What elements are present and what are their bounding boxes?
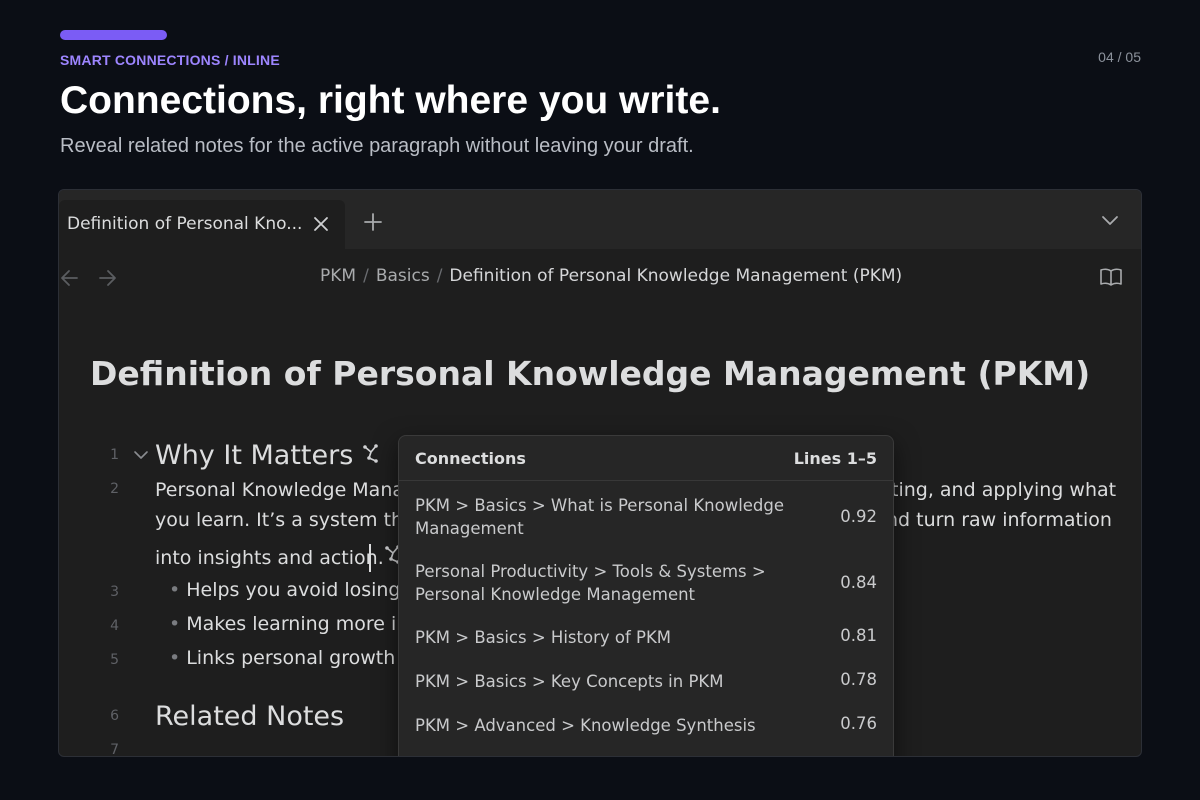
bullet-item: • Helps you avoid losing v — [169, 579, 418, 601]
connection-result[interactable]: Personal Productivity > Tools & Systems … — [399, 560, 893, 616]
tab-bar: Definition of Personal Kno... — [59, 190, 1141, 249]
result-path: PKM > Basics > Key Concepts in PKM — [415, 672, 724, 691]
result-score: 0.92 — [840, 507, 877, 526]
line-number: 7 — [110, 742, 119, 757]
breadcrumb-item-pkm[interactable]: PKM — [320, 266, 356, 286]
result-score: 0.78 — [840, 670, 877, 689]
popover-line-range: Lines 1–5 — [793, 449, 877, 468]
result-score: 0.84 — [840, 573, 877, 592]
connections-popover: Connections Lines 1–5 PKM > Basics > Wha… — [398, 435, 894, 756]
tab-active[interactable]: Definition of Personal Kno... — [59, 200, 345, 249]
book-open-icon[interactable] — [1099, 266, 1123, 288]
eyebrow-label: SMART CONNECTIONS / INLINE — [60, 52, 280, 68]
subheadline: Reveal related notes for the active para… — [60, 135, 694, 157]
breadcrumb-item-basics[interactable]: Basics — [376, 266, 430, 286]
chevron-down-icon[interactable] — [1099, 210, 1121, 230]
text-caret — [369, 544, 371, 572]
result-path: Personal Productivity > Tools & Systems … — [415, 562, 766, 604]
connection-result[interactable]: PKM > Basics > Key Concepts in PKM 0.78 — [399, 670, 893, 700]
connection-result[interactable]: PKM > Basics > What is Personal Knowledg… — [399, 494, 893, 550]
app-window: Definition of Personal Kno... PKM / Basics… — [58, 189, 1142, 757]
result-path: PKM > Basics > History of PKM — [415, 628, 672, 647]
result-path: PKM > Basics > What is Personal Knowledg… — [415, 496, 785, 538]
page-counter: 04 / 05 — [1098, 49, 1141, 65]
breadcrumb-item-current[interactable]: Definition of Personal Knowledge Managem… — [449, 266, 902, 286]
popover-header: Connections Lines 1–5 — [399, 436, 893, 481]
line-number: 1 — [110, 447, 119, 463]
tab-title: Definition of Personal Kno... — [67, 214, 303, 234]
close-icon[interactable] — [311, 214, 331, 234]
paragraph-line: into insights and action. — [155, 547, 384, 569]
line-number: 2 — [110, 481, 119, 497]
line-number: 5 — [110, 652, 119, 668]
result-score: 0.76 — [840, 714, 877, 733]
paragraph-line: ting, and applying what — [891, 479, 1117, 501]
connection-result[interactable]: PKM > Basics > History of PKM 0.81 — [399, 626, 893, 656]
heading-related-notes: Related Notes — [155, 701, 345, 732]
plus-icon[interactable] — [361, 210, 385, 234]
accent-bar — [60, 30, 167, 40]
connections-icon[interactable] — [359, 442, 383, 466]
line-number: 6 — [110, 708, 119, 724]
note-title: Definition of Personal Knowledge Managem… — [90, 354, 1091, 393]
breadcrumb: PKM / Basics / Definition of Personal Knowle… — [320, 266, 902, 286]
paragraph-line: nd turn raw information — [886, 509, 1112, 531]
paragraph-line: you learn. It’s a system that — [155, 509, 423, 531]
nav-bar: PKM / Basics / Definition of Personal Knowle… — [59, 249, 1141, 307]
headline: Connections, right where you write. — [60, 79, 721, 122]
paragraph-line: Personal Knowledge Manag — [155, 479, 417, 501]
bullet-item: • Links personal growth to — [169, 647, 421, 669]
breadcrumb-separator: / — [436, 266, 443, 286]
line-number: 4 — [110, 618, 119, 634]
line-number: 3 — [110, 584, 119, 600]
result-score: 0.81 — [840, 626, 877, 645]
popover-title: Connections — [415, 449, 526, 468]
bullet-item: • Makes learning more int — [169, 613, 416, 635]
arrow-left-icon[interactable] — [59, 268, 81, 288]
heading-why-it-matters: Why It Matters — [155, 440, 354, 471]
fold-chevron-icon[interactable] — [133, 448, 149, 462]
result-path: PKM > Advanced > Knowledge Synthesis — [415, 716, 756, 735]
arrow-right-icon[interactable] — [96, 268, 118, 288]
breadcrumb-separator: / — [363, 266, 369, 286]
connection-result[interactable]: PKM > Advanced > Knowledge Synthesis 0.7… — [399, 714, 893, 744]
